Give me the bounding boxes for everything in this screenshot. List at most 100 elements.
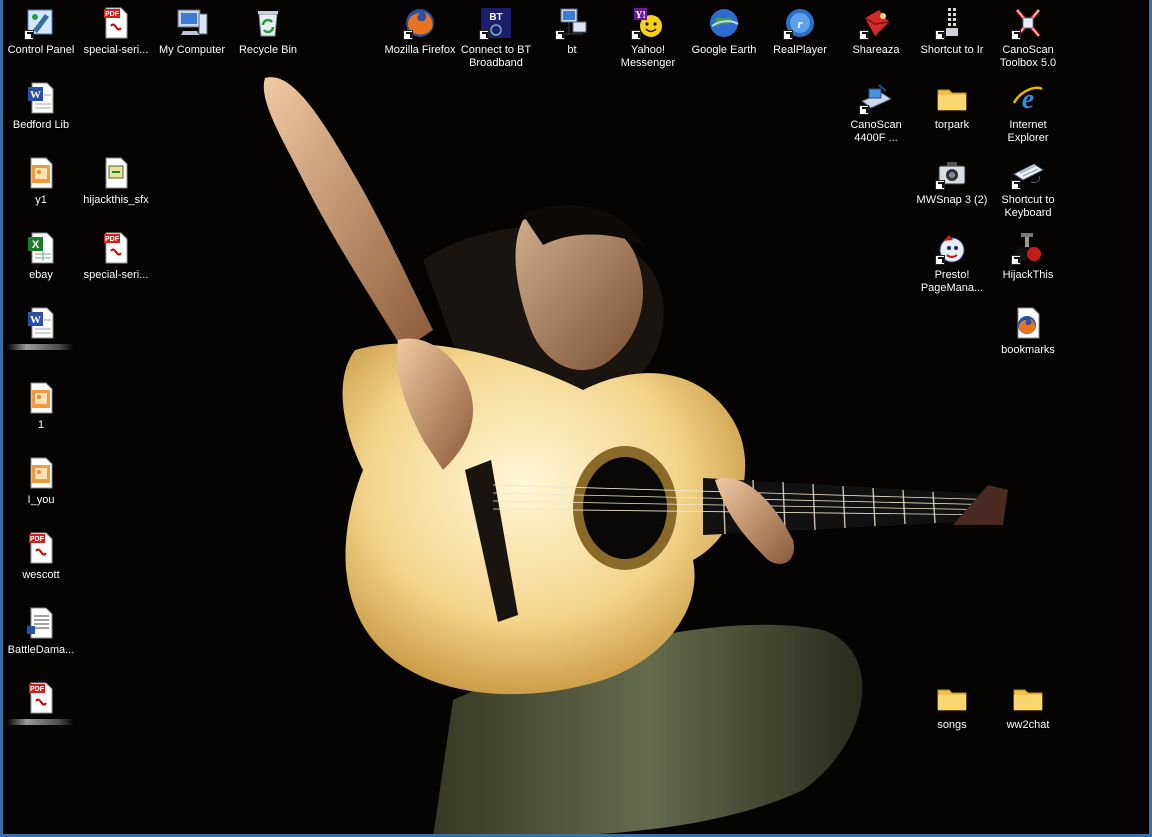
svg-text:W: W [30,89,41,101]
svg-text:PDF: PDF [105,11,120,18]
desktop-icon-shortcut-to-keyboard[interactable]: Shortcut to Keyboard [990,154,1066,226]
desktop-icon-label: RealPlayer [773,44,827,56]
folder-icon [1011,681,1045,715]
desktop-icon-label: MWSnap 3 (2) [916,194,988,206]
desktop-icon-mwsnap-3-2[interactable]: MWSnap 3 (2) [914,154,990,226]
desktop-icon-ww2chat[interactable]: ww2chat [990,679,1066,751]
desktop-icon-mozilla-firefox[interactable]: Mozilla Firefox [382,4,458,76]
desktop-icon-canoscan-toolbox-5-0[interactable]: CanoScan Toolbox 5.0 [990,4,1066,76]
desktop-icon-ebay[interactable]: Xebay [3,229,79,301]
installer-icon [99,156,133,190]
desktop-icon-label: special-seri... [83,44,149,56]
recycle-bin-icon [251,6,285,40]
desktop-icon-pdf-file-icon[interactable]: PDF [3,679,79,751]
desktop-icon-word-document-icon[interactable]: W [3,304,79,376]
image-file-icon [24,381,58,415]
svg-text:PDF: PDF [30,686,45,693]
desktop-icon-label: ebay [29,269,53,281]
desktop-icon-label: CanoScan Toolbox 5.0 [999,44,1057,69]
desktop-icon-label: Shortcut to Keyboard [1001,194,1055,219]
desktop-icon-hijackthis-sfx[interactable]: hijackthis_sfx [78,154,154,226]
desktop-icon-label: Internet Explorer [1007,119,1049,144]
camera-icon [935,156,969,190]
desktop-icon-label: Shareaza [852,44,900,56]
desktop-icon-label: Shortcut to Ir [920,44,984,56]
desktop-icon-label: Bedford Lib [12,119,70,131]
pdf-file-icon: PDF [24,531,58,565]
desktop-icon-bt[interactable]: bt [534,4,610,76]
desktop-icon-battledama[interactable]: BattleDama... [3,604,79,676]
excel-file-icon: X [24,231,58,265]
firefox-icon [403,6,437,40]
desktop-icon-recycle-bin[interactable]: Recycle Bin [230,4,306,76]
image-file-icon [24,156,58,190]
desktop-icon-torpark[interactable]: torpark [914,79,990,151]
desktop-icon-label: hijackthis_sfx [83,194,149,206]
shortcut-arrow-icon [1011,180,1021,190]
desktop-icon-google-earth[interactable]: Google Earth [686,4,762,76]
desktop-icon-i-you[interactable]: I_you [3,454,79,526]
desktop-icon-label: y1 [35,194,47,206]
shortcut-arrow-icon [783,30,793,40]
realplayer-icon: r [783,6,817,40]
desktop-icon-presto-pagemana[interactable]: Presto! PageMana... [914,229,990,301]
network-computer-icon [555,6,589,40]
desktop-icon-label: Recycle Bin [238,44,298,56]
desktop-icon-songs[interactable]: songs [914,679,990,751]
desktop-icon-label: CanoScan 4400F ... [850,119,902,144]
desktop-icon-my-computer[interactable]: My Computer [154,4,230,76]
desktop-icon-realplayer[interactable]: r RealPlayer [762,4,838,76]
shortcut-arrow-icon [555,30,565,40]
desktop-icon-label: bookmarks [1001,344,1055,356]
yahoo-messenger-icon: Y! [631,6,665,40]
desktop-icon-label: I_you [27,494,55,506]
google-earth-icon [707,6,741,40]
svg-text:Y!: Y! [635,10,646,21]
desktop-icon-special-seri[interactable]: PDF special-seri... [78,4,154,76]
svg-text:X: X [32,239,40,251]
shortcut-arrow-icon [403,30,413,40]
desktop-icon-label: songs [937,719,967,731]
desktop-icon-label: Presto! PageMana... [920,269,984,294]
folder-icon [935,81,969,115]
shortcut-arrow-icon [479,30,489,40]
svg-text:PDF: PDF [105,236,120,243]
desktop-icon-bedford-lib[interactable]: W Bedford Lib [3,79,79,151]
desktop-icon-shareaza[interactable]: Shareaza [838,4,914,76]
desktop-icon-internet-explorer[interactable]: e Internet Explorer [990,79,1066,151]
presto-pagemanager-icon [935,231,969,265]
desktop-icon-label: Mozilla Firefox [384,44,456,56]
word-document-icon: W [24,306,58,340]
firefox-document-icon [1011,306,1045,340]
bt-broadband-icon: BT [479,6,513,40]
desktop-icon-special-seri[interactable]: PDF special-seri... [78,229,154,301]
shortcut-arrow-icon [1011,255,1021,265]
hijackthis-icon [1011,231,1045,265]
desktop-icon-1[interactable]: 1 [3,379,79,451]
folder-icon [935,681,969,715]
obscured-label [7,344,73,350]
desktop-icon-wescott[interactable]: PDF wescott [3,529,79,601]
desktop-icon-label: bt [567,44,577,56]
scanner-icon [859,81,893,115]
text-file-icon [24,606,58,640]
desktop-icon-hijackthis[interactable]: HijackThis [990,229,1066,301]
desktop-icon-label: ww2chat [1006,719,1050,731]
desktop-icon-shortcut-to-ir[interactable]: Shortcut to Ir [914,4,990,76]
desktop-icon-yahoo-messenger[interactable]: Y! Yahoo! Messenger [610,4,686,76]
desktop-icon-bookmarks[interactable]: bookmarks [990,304,1066,376]
control-panel-icon [24,6,58,40]
desktop-icon-connect-to-bt-broadband[interactable]: BT Connect to BT Broadband [458,4,534,76]
desktop-icon-canoscan-4400f[interactable]: CanoScan 4400F ... [838,79,914,151]
svg-text:W: W [30,314,41,326]
desktop-icon-y1[interactable]: y1 [3,154,79,226]
pdf-file-icon: PDF [24,681,58,715]
word-document-icon: W [24,81,58,115]
desktop[interactable]: Control Panel PDF special-seri... My Comput… [0,0,1152,837]
keyboard-icon [1011,156,1045,190]
shortcut-arrow-icon [24,30,34,40]
pdf-file-icon: PDF [99,6,133,40]
desktop-icon-control-panel[interactable]: Control Panel [3,4,79,76]
shortcut-arrow-icon [935,255,945,265]
canoscan-toolbox-icon [1011,6,1045,40]
